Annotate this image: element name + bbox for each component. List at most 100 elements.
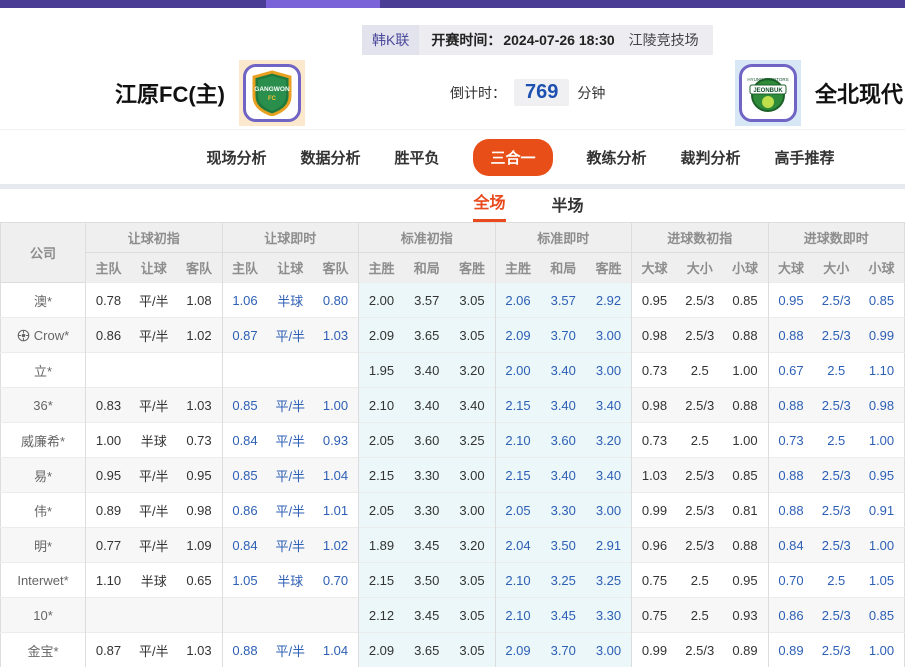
odds-cell: 0.88	[768, 458, 814, 493]
company-cell[interactable]: 易*	[1, 458, 86, 493]
odds-cell	[86, 598, 132, 633]
subtab-1[interactable]: 全场	[473, 189, 505, 222]
odds-cell: 2.5	[814, 563, 860, 598]
odds-cell: 2.5/3	[677, 493, 723, 528]
odds-cell: 平/半	[131, 493, 177, 528]
odds-cell: 0.88	[768, 493, 814, 528]
odds-cell: 3.70	[541, 318, 587, 353]
sub-header: 主胜	[495, 253, 541, 283]
odds-cell: 2.00	[495, 353, 541, 388]
odds-cell: 3.00	[450, 493, 496, 528]
odds-cell: 0.85	[723, 458, 769, 493]
odds-cell	[131, 353, 177, 388]
odds-cell: 1.02	[313, 528, 359, 563]
odds-cell: 3.30	[541, 493, 587, 528]
odds-cell: 0.86	[86, 318, 132, 353]
odds-cell: 2.5/3	[677, 318, 723, 353]
odds-cell: 0.88	[723, 528, 769, 563]
company-cell[interactable]: 明*	[1, 528, 86, 563]
company-cell[interactable]: Crow*	[1, 318, 86, 353]
odds-row: 金宝*0.87平/半1.030.88平/半1.042.093.653.052.0…	[1, 633, 905, 667]
odds-cell: 3.05	[450, 283, 496, 318]
venue: 江陵竞技场	[629, 30, 699, 50]
company-cell[interactable]: 立*	[1, 353, 86, 388]
odds-cell: 2.12	[359, 598, 405, 633]
odds-cell: 2.5/3	[677, 458, 723, 493]
odds-cell: 2.15	[495, 388, 541, 423]
company-cell[interactable]: 威廉希*	[1, 423, 86, 458]
odds-cell: 3.00	[450, 458, 496, 493]
odds-cell: 1.03	[632, 458, 678, 493]
company-cell[interactable]: 36*	[1, 388, 86, 423]
odds-cell: 0.80	[313, 283, 359, 318]
odds-cell: 1.00	[859, 528, 905, 563]
company-cell[interactable]: 金宝*	[1, 633, 86, 667]
match-info-bar: 韩K联 开赛时间： 2024-07-26 18:30 江陵竞技场	[362, 25, 713, 55]
odds-cell: 0.95	[768, 283, 814, 318]
subtab-2[interactable]: 半场	[552, 192, 584, 222]
league-badge[interactable]: 韩K联	[362, 25, 419, 55]
odds-row: 伟*0.89平/半0.980.86平/半1.012.053.303.002.05…	[1, 493, 905, 528]
odds-cell: 1.06	[222, 283, 268, 318]
sub-header: 客胜	[450, 253, 496, 283]
odds-cell: 2.5/3	[677, 388, 723, 423]
odds-cell: 1.00	[723, 353, 769, 388]
odds-cell: 0.98	[632, 318, 678, 353]
odds-cell: 3.40	[541, 388, 587, 423]
odds-cell	[268, 353, 314, 388]
group-header: 让球初指	[86, 223, 223, 253]
away-team-name: 全北现代	[815, 77, 903, 109]
nav-tab-7[interactable]: 高手推荐	[775, 147, 835, 168]
nav-tab-3[interactable]: 胜平负	[394, 147, 439, 168]
company-cell[interactable]: 10*	[1, 598, 86, 633]
odds-cell: 0.67	[768, 353, 814, 388]
odds-cell: 0.88	[768, 318, 814, 353]
odds-cell: 3.40	[541, 458, 587, 493]
odds-cell: 0.73	[768, 423, 814, 458]
odds-cell: 0.73	[632, 353, 678, 388]
sub-header: 客胜	[586, 253, 632, 283]
nav-tab-4[interactable]: 三合一	[473, 139, 552, 176]
odds-cell: 1.10	[859, 353, 905, 388]
odds-cell: 2.10	[495, 423, 541, 458]
odds-row: 立*1.953.403.202.003.403.000.732.51.000.6…	[1, 353, 905, 388]
odds-cell: 3.05	[450, 563, 496, 598]
odds-cell: 1.09	[177, 528, 223, 563]
odds-cell: 3.40	[541, 353, 587, 388]
odds-cell: 1.00	[86, 423, 132, 458]
odds-cell: 0.88	[222, 633, 268, 667]
odds-cell	[222, 353, 268, 388]
company-cell[interactable]: 伟*	[1, 493, 86, 528]
odds-cell: 平/半	[131, 528, 177, 563]
top-horizontal-scrollbar[interactable]	[0, 0, 905, 8]
scrollbar-thumb[interactable]	[266, 0, 380, 8]
odds-cell: 0.85	[222, 458, 268, 493]
odds-cell: 0.96	[632, 528, 678, 563]
odds-cell: 1.00	[859, 633, 905, 667]
company-name: 金宝*	[27, 644, 58, 659]
odds-cell: 1.08	[177, 283, 223, 318]
odds-cell	[177, 598, 223, 633]
odds-cell: 2.09	[495, 633, 541, 667]
odds-cell: 0.84	[768, 528, 814, 563]
odds-cell: 平/半	[268, 318, 314, 353]
odds-cell: 3.05	[450, 318, 496, 353]
nav-tab-2[interactable]: 数据分析	[300, 147, 360, 168]
football-icon	[17, 329, 30, 342]
company-name: 威廉希*	[21, 434, 65, 449]
odds-cell: 3.00	[586, 633, 632, 667]
nav-tab-5[interactable]: 教练分析	[587, 147, 647, 168]
company-name: 立*	[34, 364, 52, 379]
odds-cell: 0.84	[222, 528, 268, 563]
odds-cell: 2.92	[586, 283, 632, 318]
odds-cell	[313, 353, 359, 388]
company-name: 明*	[34, 539, 52, 554]
sub-header: 让球	[268, 253, 314, 283]
nav-tab-1[interactable]: 现场分析	[206, 147, 266, 168]
company-cell[interactable]: 澳*	[1, 283, 86, 318]
odds-cell: 1.04	[313, 633, 359, 667]
company-cell[interactable]: Interwet*	[1, 563, 86, 598]
gangwon-crest-icon: GANGWON FC	[243, 64, 301, 122]
odds-cell: 2.15	[359, 563, 405, 598]
nav-tab-6[interactable]: 裁判分析	[681, 147, 741, 168]
